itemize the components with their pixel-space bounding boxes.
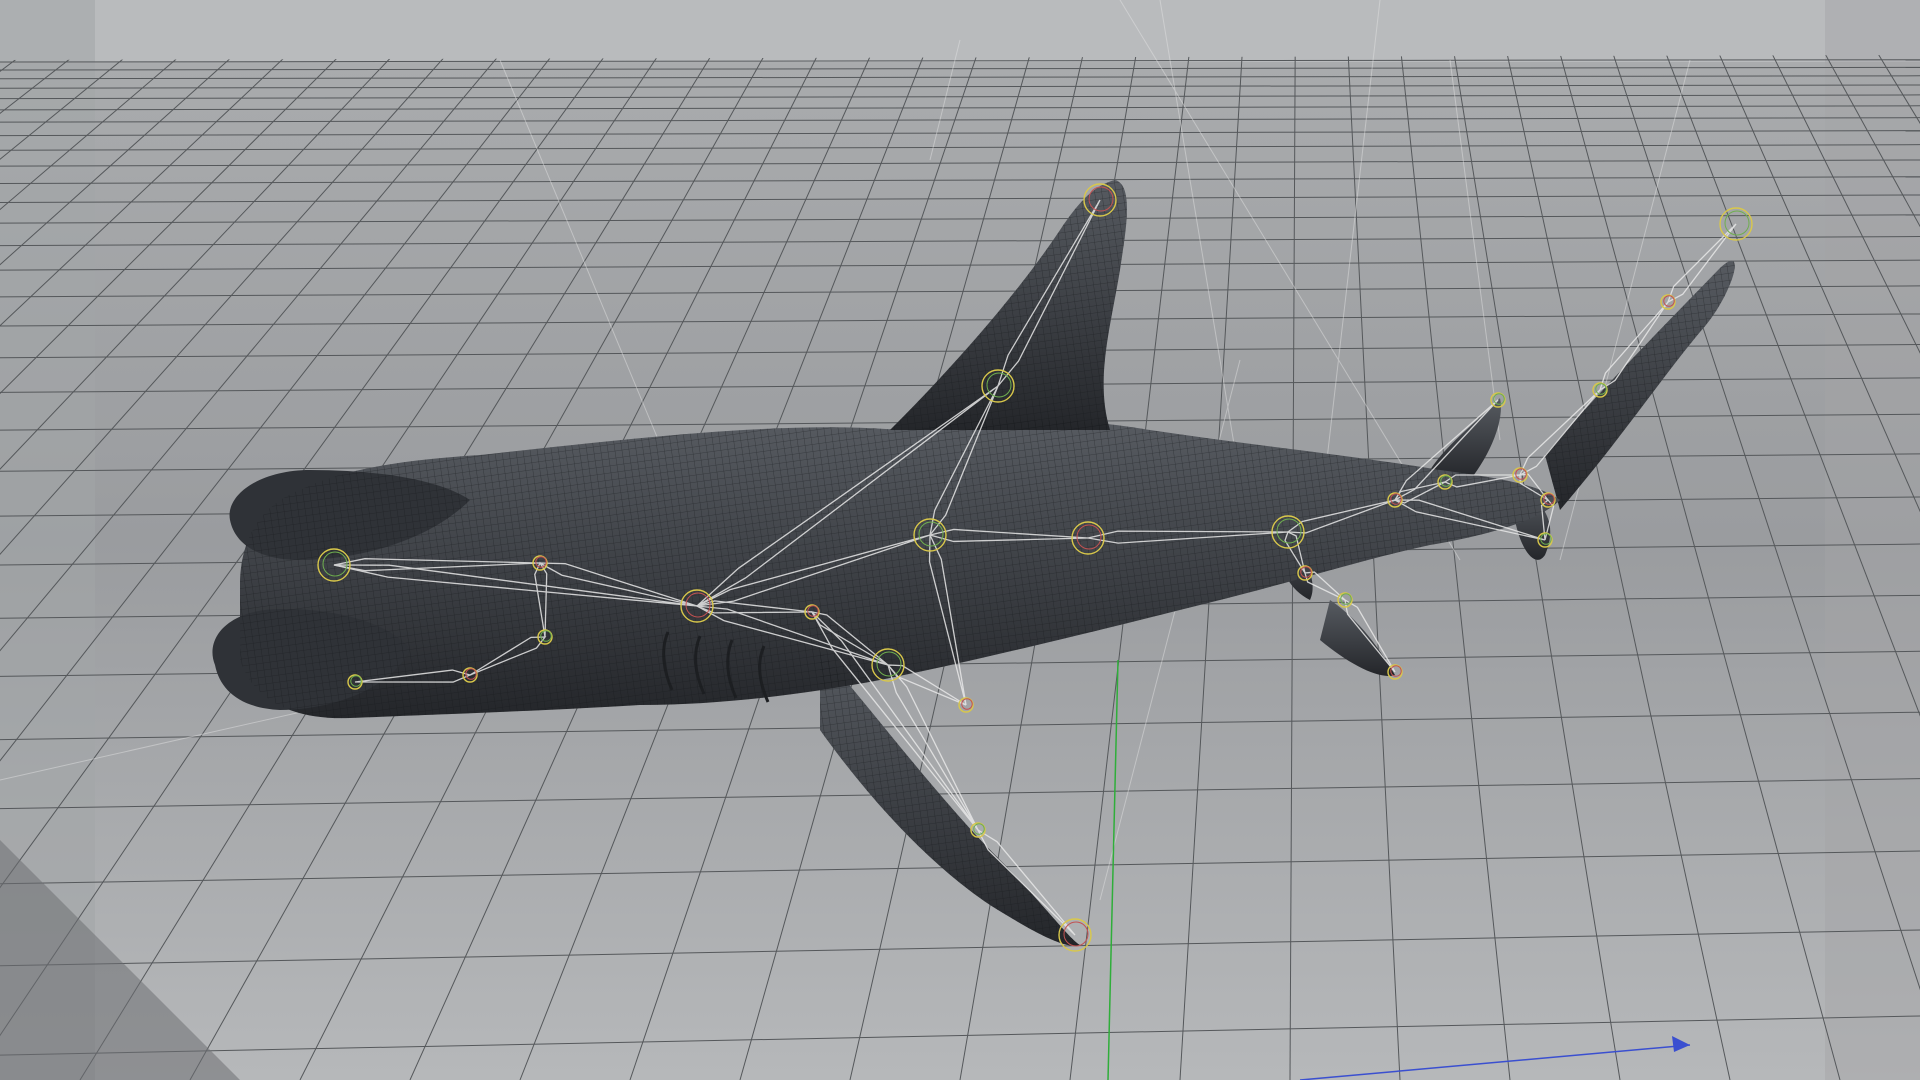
- viewport-canvas[interactable]: [0, 0, 1920, 1080]
- right-edge-panel: [1825, 0, 1920, 1080]
- top-band: [0, 0, 1920, 62]
- 3d-viewport[interactable]: [0, 0, 1920, 1080]
